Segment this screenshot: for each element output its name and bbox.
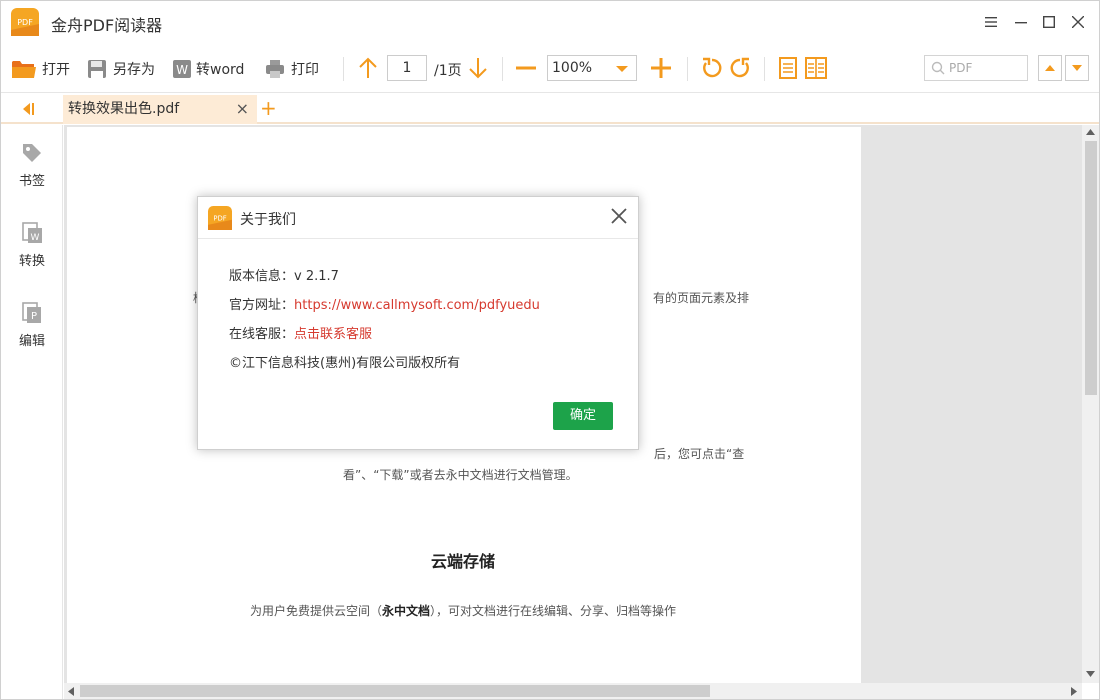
minimize-icon[interactable] [1010, 11, 1032, 33]
scroll-down-icon[interactable] [1086, 671, 1095, 677]
edit-icon: P [22, 302, 41, 323]
save-as-button[interactable]: 另存为 [87, 57, 155, 81]
sidebar: 书签 W 转换 P 编辑 [1, 125, 63, 699]
sidebar-item-bookmark[interactable]: 书签 [1, 142, 63, 189]
doc-text-fragment: 有的页面元素及排 [653, 291, 750, 305]
contact-support-link[interactable]: 点击联系客服 [294, 327, 372, 342]
svg-text:W: W [176, 63, 188, 77]
svg-text:PDF: PDF [17, 18, 33, 27]
copyright-text: ©江下信息科技(惠州)有限公司版权所有 [229, 356, 461, 371]
convert-icon: W [22, 222, 42, 243]
vertical-scrollbar[interactable] [1082, 125, 1099, 683]
maximize-icon[interactable] [1038, 11, 1060, 33]
website-row: 官方网址：https://www.callmysoft.com/pdfyuedu [229, 298, 540, 313]
search-next-button[interactable] [1065, 55, 1089, 81]
version-row: 版本信息：v 2.1.7 [229, 269, 339, 284]
about-dialog: PDF 关于我们 版本信息：v 2.1.7 官方网址：https://www.c… [197, 196, 639, 450]
page-total: /1页 [434, 63, 462, 79]
support-row: 在线客服：点击联系客服 [229, 327, 373, 342]
scroll-up-icon[interactable] [1086, 129, 1095, 135]
zoom-in-icon[interactable] [648, 55, 674, 81]
to-word-button[interactable]: W 转word [172, 57, 244, 81]
app-logo: PDF [11, 8, 39, 36]
rotate-left-icon[interactable] [699, 55, 725, 81]
word-icon: W [173, 60, 191, 78]
zoom-out-icon[interactable] [513, 55, 539, 81]
sidebar-item-edit[interactable]: P 编辑 [1, 302, 63, 349]
print-button[interactable]: 打印 [265, 57, 319, 81]
sidebar-item-convert[interactable]: W 转换 [1, 222, 63, 269]
folder-icon [12, 61, 36, 78]
tab-bar: 转换效果出色.pdf × + [1, 94, 1099, 124]
search-prev-button[interactable] [1038, 55, 1062, 81]
ok-button[interactable]: 确定 [553, 402, 613, 430]
menu-icon[interactable] [980, 11, 1002, 33]
vertical-scroll-thumb[interactable] [1085, 141, 1097, 395]
dialog-header: PDF 关于我们 [198, 197, 638, 239]
triangle-down-icon [1072, 65, 1082, 71]
tab-document[interactable]: 转换效果出色.pdf × [63, 95, 257, 124]
search-input[interactable]: PDF [924, 55, 1028, 81]
dialog-title: 关于我们 [240, 212, 296, 228]
app-title: 金舟PDF阅读器 [51, 16, 163, 35]
scroll-left-icon[interactable] [68, 687, 74, 696]
horizontal-scroll-thumb[interactable] [80, 685, 710, 697]
doc-text-line: 为用户免费提供云空间（永中文档），可对文档进行在线编辑、分享、归档等操作 [250, 604, 677, 618]
prev-page-icon[interactable] [355, 55, 381, 81]
single-page-icon[interactable] [775, 55, 801, 81]
next-page-icon[interactable] [465, 55, 491, 81]
website-link[interactable]: https://www.callmysoft.com/pdfyuedu [294, 298, 540, 313]
collapse-panel-icon[interactable] [21, 102, 35, 116]
close-icon[interactable] [610, 207, 628, 225]
open-button[interactable]: 打开 [12, 57, 70, 81]
rotate-right-icon[interactable] [727, 55, 753, 81]
tab-close-icon[interactable]: × [236, 95, 249, 123]
printer-icon [266, 60, 284, 78]
page-number-input[interactable]: 1 [387, 55, 427, 81]
separator [343, 57, 344, 81]
add-tab-icon[interactable]: + [260, 96, 277, 120]
scroll-right-icon[interactable] [1071, 687, 1077, 696]
separator [764, 57, 765, 81]
app-logo: PDF [208, 206, 232, 230]
doc-text-line: 后，您可点击“查 [654, 447, 745, 461]
save-icon [88, 60, 106, 78]
svg-text:W: W [31, 233, 40, 243]
svg-text:P: P [31, 311, 37, 322]
separator [687, 57, 688, 81]
triangle-up-icon [1045, 65, 1055, 71]
search-icon [931, 61, 945, 75]
doc-text-line: 看”、“下载”或者去永中文档进行文档管理。 [343, 468, 578, 482]
version-value: v 2.1.7 [294, 269, 339, 284]
title-bar: PDF 金舟PDF阅读器 [1, 1, 1099, 43]
app-window: PDF 金舟PDF阅读器 打开 另存为 W 转word 打印 1 /1页 100… [0, 0, 1100, 700]
zoom-select[interactable]: 100% [547, 55, 637, 81]
bookmark-icon [23, 144, 41, 162]
double-page-icon[interactable] [803, 55, 829, 81]
horizontal-scrollbar[interactable] [64, 683, 1082, 699]
separator [502, 57, 503, 81]
doc-heading: 云端存储 [431, 552, 496, 571]
close-icon[interactable] [1067, 11, 1089, 33]
chevron-down-icon [616, 66, 628, 72]
svg-text:PDF: PDF [213, 215, 226, 223]
